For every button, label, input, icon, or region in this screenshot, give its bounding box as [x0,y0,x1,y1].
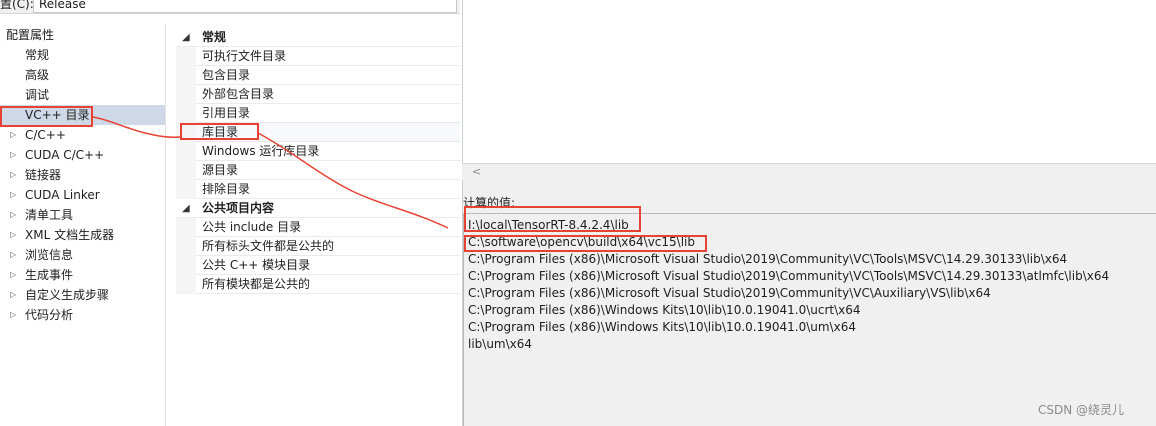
row-gutter [176,47,196,66]
tree-item-label: 配置属性 [6,28,55,42]
tree-item-debugging[interactable]: 调试 [0,85,165,105]
expand-arrow-icon[interactable]: ▷ [10,205,16,225]
tree-item-label: 代码分析 [25,308,74,322]
tree-item-cuda-c-cpp[interactable]: ▷ CUDA C/C++ [0,145,165,165]
value-edit-area[interactable] [462,0,1156,163]
property-label: 包含目录 [202,68,251,82]
row-gutter [176,237,196,256]
category-label: 常规 [202,30,227,44]
tree-item-c-cpp[interactable]: ▷ C/C++ [0,125,165,145]
property-label: 排除目录 [202,182,251,196]
property-grid: ◢ 常规 可执行文件目录 包含目录 外部包含目录 引用目录 库目录 Window… [176,24,460,426]
tree-item-manifest-tool[interactable]: ▷ 清单工具 [0,205,165,225]
tree-item-general[interactable]: 常规 [0,45,165,65]
tree-item-label: 常规 [25,48,50,62]
row-gutter [176,180,196,199]
expand-arrow-icon[interactable]: ▷ [10,305,16,325]
expand-arrow-icon[interactable]: ▷ [10,165,16,185]
expand-arrow-icon[interactable]: ▷ [10,265,16,285]
tree-item-label: CUDA C/C++ [25,148,105,162]
tree-item-browse-information[interactable]: ▷ 浏览信息 [0,245,165,265]
tree-item-label: CUDA Linker [25,188,100,202]
watermark: CSDN @绕灵儿 [1038,403,1125,417]
property-row-include-dirs[interactable]: 包含目录 [176,66,460,85]
tree-item-label: 浏览信息 [25,248,74,262]
property-label: 所有标头文件都是公共的 [202,239,335,253]
property-label: 公共 include 目录 [202,220,302,234]
configuration-label: 置(C): [0,0,34,11]
row-gutter [176,66,196,85]
property-row-all-modules-public[interactable]: 所有模块都是公共的 [176,275,460,294]
annotation-box-tensorrt-path [464,206,641,232]
tree-item-label: 自定义生成步骤 [25,288,110,302]
tree-item-label: 清单工具 [25,208,74,222]
value-line: C:\Program Files (x86)\Microsoft Visual … [468,252,1068,266]
tree-item-label: XML 文档生成器 [25,228,115,242]
tree-item-advanced[interactable]: 高级 [0,65,165,85]
tree-item-linker[interactable]: ▷ 链接器 [0,165,165,185]
category-general[interactable]: ◢ 常规 [176,28,460,47]
expand-arrow-icon[interactable]: ▷ [10,225,16,245]
property-label: 外部包含目录 [202,87,275,101]
value-line: C:\Program Files (x86)\Windows Kits\10\l… [468,320,856,334]
property-row-public-cpp-module-dirs[interactable]: 公共 C++ 模块目录 [176,256,460,275]
value-line: C:\Program Files (x86)\Microsoft Visual … [468,269,1110,283]
horizontal-scrollbar[interactable]: < [462,163,1156,180]
property-label: 引用目录 [202,106,251,120]
property-row-external-include-dirs[interactable]: 外部包含目录 [176,85,460,104]
tree-item-code-analysis[interactable]: ▷ 代码分析 [0,305,165,325]
property-row-windows-runtime-dirs[interactable]: Windows 运行库目录 [176,142,460,161]
category-public-project-content[interactable]: ◢ 公共项目内容 [176,199,460,218]
value-line: C:\Program Files (x86)\Microsoft Visual … [468,286,991,300]
row-gutter [176,161,196,180]
expand-arrow-icon[interactable]: ▷ [10,185,16,205]
annotation-box-library-dirs [180,123,259,140]
row-gutter [176,104,196,123]
configuration-bar: 置(C): Release [0,0,460,14]
tree-item-label: 生成事件 [25,268,74,282]
expand-arrow-icon[interactable]: ▷ [10,245,16,265]
tree-item-label: 链接器 [25,168,62,182]
collapse-triangle-icon[interactable]: ◢ [182,28,190,47]
row-gutter [176,275,196,294]
collapse-triangle-icon[interactable]: ◢ [182,199,190,218]
property-row-public-include-dirs[interactable]: 公共 include 目录 [176,218,460,237]
tree-root-configuration-properties[interactable]: 配置属性 [0,25,165,45]
property-row-source-dirs[interactable]: 源目录 [176,161,460,180]
expand-arrow-icon[interactable]: ▷ [10,145,16,165]
row-gutter [176,142,196,161]
tree-item-custom-build-step[interactable]: ▷ 自定义生成步骤 [0,285,165,305]
property-row-executable-dirs[interactable]: 可执行文件目录 [176,47,460,66]
property-label: 源目录 [202,163,239,177]
row-gutter [176,256,196,275]
category-label: 公共项目内容 [202,201,275,215]
configuration-dropdown[interactable]: Release [33,0,457,13]
property-label: 可执行文件目录 [202,49,287,63]
property-row-reference-dirs[interactable]: 引用目录 [176,104,460,123]
property-row-exclude-dirs[interactable]: 排除目录 [176,180,460,199]
scroll-left-arrow-icon[interactable]: < [472,165,481,178]
expand-arrow-icon[interactable]: ▷ [10,285,16,305]
property-tree: 配置属性 常规 高级 调试 VC++ 目录 ▷ C/C++ ▷ CUDA C/C… [0,24,166,426]
annotation-box-vc-directories [0,106,93,127]
value-line: C:\Program Files (x86)\Windows Kits\10\l… [468,303,861,317]
tree-item-label: C/C++ [25,128,66,142]
property-label: 公共 C++ 模块目录 [202,258,311,272]
property-label: 所有模块都是公共的 [202,277,311,291]
property-row-all-headers-public[interactable]: 所有标头文件都是公共的 [176,237,460,256]
tree-item-cuda-linker[interactable]: ▷ CUDA Linker [0,185,165,205]
tree-item-xml-doc-generator[interactable]: ▷ XML 文档生成器 [0,225,165,245]
row-gutter [176,85,196,104]
annotation-box-opencv-path [464,235,707,252]
row-gutter [176,218,196,237]
expand-arrow-icon[interactable]: ▷ [10,125,16,145]
value-line: lib\um\x64 [468,337,533,351]
tree-item-build-events[interactable]: ▷ 生成事件 [0,265,165,285]
tree-item-label: 高级 [25,68,50,82]
property-label: Windows 运行库目录 [202,144,320,158]
tree-item-label: 调试 [25,88,50,102]
